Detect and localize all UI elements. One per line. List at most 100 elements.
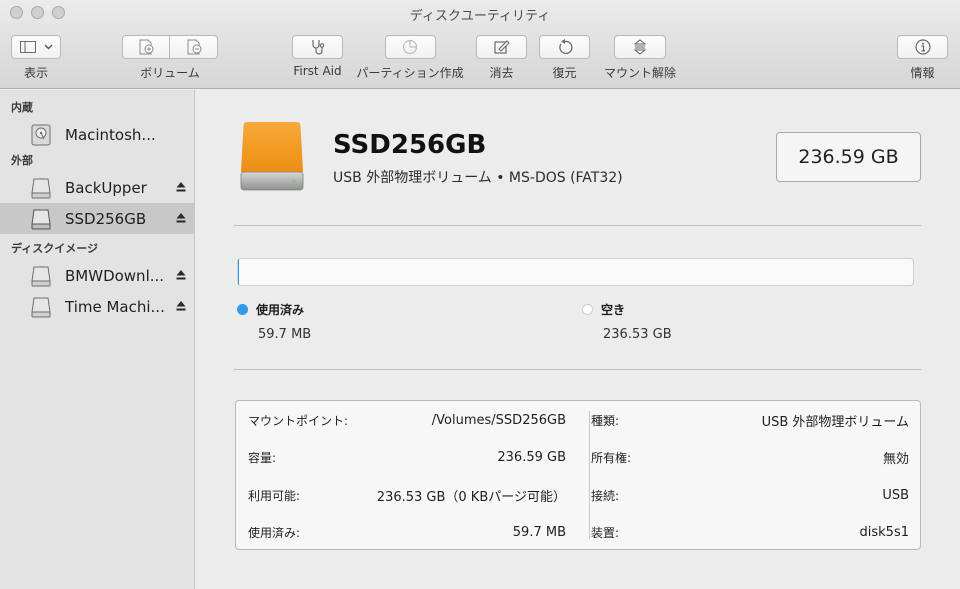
partition-label: パーティション作成 (356, 66, 464, 80)
eject-icon[interactable] (176, 212, 186, 224)
partition-button[interactable] (384, 35, 436, 59)
info-value: disk5s1 (859, 524, 909, 540)
disk-image-icon (31, 266, 51, 286)
info-key: 容量: (248, 450, 277, 465)
info-value: 236.59 GB (497, 449, 566, 465)
sidebar-item-backupper[interactable]: BackUpper (0, 172, 194, 203)
restore-icon (558, 39, 573, 55)
add-volume-icon (139, 39, 154, 55)
info-button[interactable] (897, 35, 948, 59)
sidebar-item-time-machine[interactable]: Time Machi... (0, 291, 194, 322)
sidebar-section-internal: 内蔵 (11, 101, 33, 114)
info-icon (914, 39, 931, 55)
unmount-label: マウント解除 (604, 66, 677, 80)
unmount-button[interactable] (614, 35, 666, 59)
info-row: 所有権: 無効 (591, 447, 909, 467)
window-title: ディスクユーティリティ (409, 9, 551, 24)
sidebar-icon (19, 41, 36, 53)
info-row: 種類: USB 外部物理ボリューム (591, 410, 909, 430)
internal-disk-icon (31, 124, 51, 145)
eject-icon[interactable] (176, 181, 186, 193)
info-group: 情報 (897, 35, 948, 81)
chevron-down-icon (44, 44, 52, 50)
remove-volume-icon (187, 39, 201, 55)
view-button[interactable] (11, 35, 61, 59)
used-legend: 使用済み 59.7 MB (237, 301, 311, 342)
volume-size-box: 236.59 GB (776, 132, 921, 182)
info-row: マウントポイント: /Volumes/SSD256GB (248, 410, 566, 430)
volume-subtitle: USB 外部物理ボリューム • MS-DOS (FAT32) (333, 170, 623, 186)
info-key: 利用可能: (248, 488, 301, 503)
sidebar-item-label: Macintosh... (65, 125, 156, 144)
firstaid-group: First Aid (292, 35, 343, 78)
info-value: USB (882, 487, 909, 503)
info-row: 装置: disk5s1 (591, 522, 909, 542)
usage-bar (237, 258, 914, 286)
unmount-group: マウント解除 (604, 35, 676, 81)
sidebar-item-ssd256gb[interactable]: SSD256GB (0, 203, 194, 234)
sidebar-item-label: Time Machi... (65, 297, 165, 316)
info-key: 所有権: (591, 450, 632, 465)
unmount-icon (634, 39, 646, 55)
firstaid-button[interactable] (292, 35, 343, 59)
volume-info-table: マウントポイント: /Volumes/SSD256GB 容量: 236.59 G… (235, 400, 921, 550)
view-label: 表示 (23, 66, 48, 80)
erase-group: 消去 (476, 35, 527, 81)
info-key: 装置: (591, 525, 620, 540)
erase-label: 消去 (489, 66, 514, 80)
info-row: 使用済み: 59.7 MB (248, 522, 566, 542)
sidebar-section-disk-images: ディスクイメージ (11, 242, 99, 255)
info-row: 接続: USB (591, 485, 909, 505)
title-bar: ディスクユーティリティ 表示 ボリューム First Aid パーティション作成… (0, 0, 960, 89)
sidebar-section-external: 外部 (11, 154, 33, 167)
column-separator (589, 411, 590, 539)
free-title: 空き (601, 303, 626, 317)
free-legend: 空き 236.53 GB (582, 301, 672, 342)
partition-icon (402, 39, 418, 55)
external-disk-icon (31, 209, 51, 229)
eject-icon[interactable] (176, 269, 186, 281)
info-key: 接続: (591, 488, 620, 503)
erase-button[interactable] (476, 35, 527, 59)
sidebar-item-macintosh[interactable]: Macintosh... (0, 119, 194, 150)
sidebar: 内蔵 Macintosh... 外部 BackUpper SSD256GB ディ… (0, 90, 195, 589)
sidebar-item-bmwdownl[interactable]: BMWDownl... (0, 260, 194, 291)
sidebar-item-label: SSD256GB (65, 209, 147, 228)
used-color-dot (237, 304, 248, 315)
used-title: 使用済み (256, 303, 305, 317)
info-key: マウントポイント: (248, 413, 349, 428)
partition-group: パーティション作成 (355, 35, 465, 81)
free-value: 236.53 GB (603, 327, 672, 342)
eject-icon[interactable] (176, 300, 186, 312)
sidebar-item-label: BackUpper (65, 178, 147, 197)
add-volume-button[interactable] (122, 35, 170, 59)
free-color-dot (582, 304, 593, 315)
erase-icon (493, 40, 510, 54)
info-key: 使用済み: (248, 525, 301, 540)
info-value: USB 外部物理ボリューム (761, 414, 909, 430)
info-value: /Volumes/SSD256GB (431, 412, 566, 428)
firstaid-label: First Aid (293, 64, 342, 78)
volume-name: SSD256GB (333, 130, 487, 160)
main-panel: SSD256GB USB 外部物理ボリューム • MS-DOS (FAT32) … (196, 90, 960, 589)
volume-label: ボリューム (140, 66, 200, 80)
info-value: 236.53 GB（0 KBパージ可能） (376, 489, 566, 505)
view-group: 表示 (11, 35, 61, 81)
restore-group: 復元 (539, 35, 590, 81)
external-disk-icon (31, 178, 51, 198)
disk-image-icon (31, 297, 51, 317)
volume-group: ボリューム (122, 35, 218, 81)
remove-volume-button[interactable] (170, 35, 218, 59)
divider (234, 369, 921, 370)
info-value: 59.7 MB (512, 524, 566, 540)
external-drive-icon (240, 122, 304, 191)
info-value: 無効 (882, 451, 909, 467)
info-row: 容量: 236.59 GB (248, 447, 566, 467)
divider (234, 225, 921, 226)
restore-label: 復元 (552, 66, 577, 80)
info-label: 情報 (910, 66, 935, 80)
restore-button[interactable] (539, 35, 590, 59)
used-value: 59.7 MB (258, 327, 312, 342)
info-key: 種類: (591, 413, 620, 428)
sidebar-item-label: BMWDownl... (65, 266, 165, 285)
